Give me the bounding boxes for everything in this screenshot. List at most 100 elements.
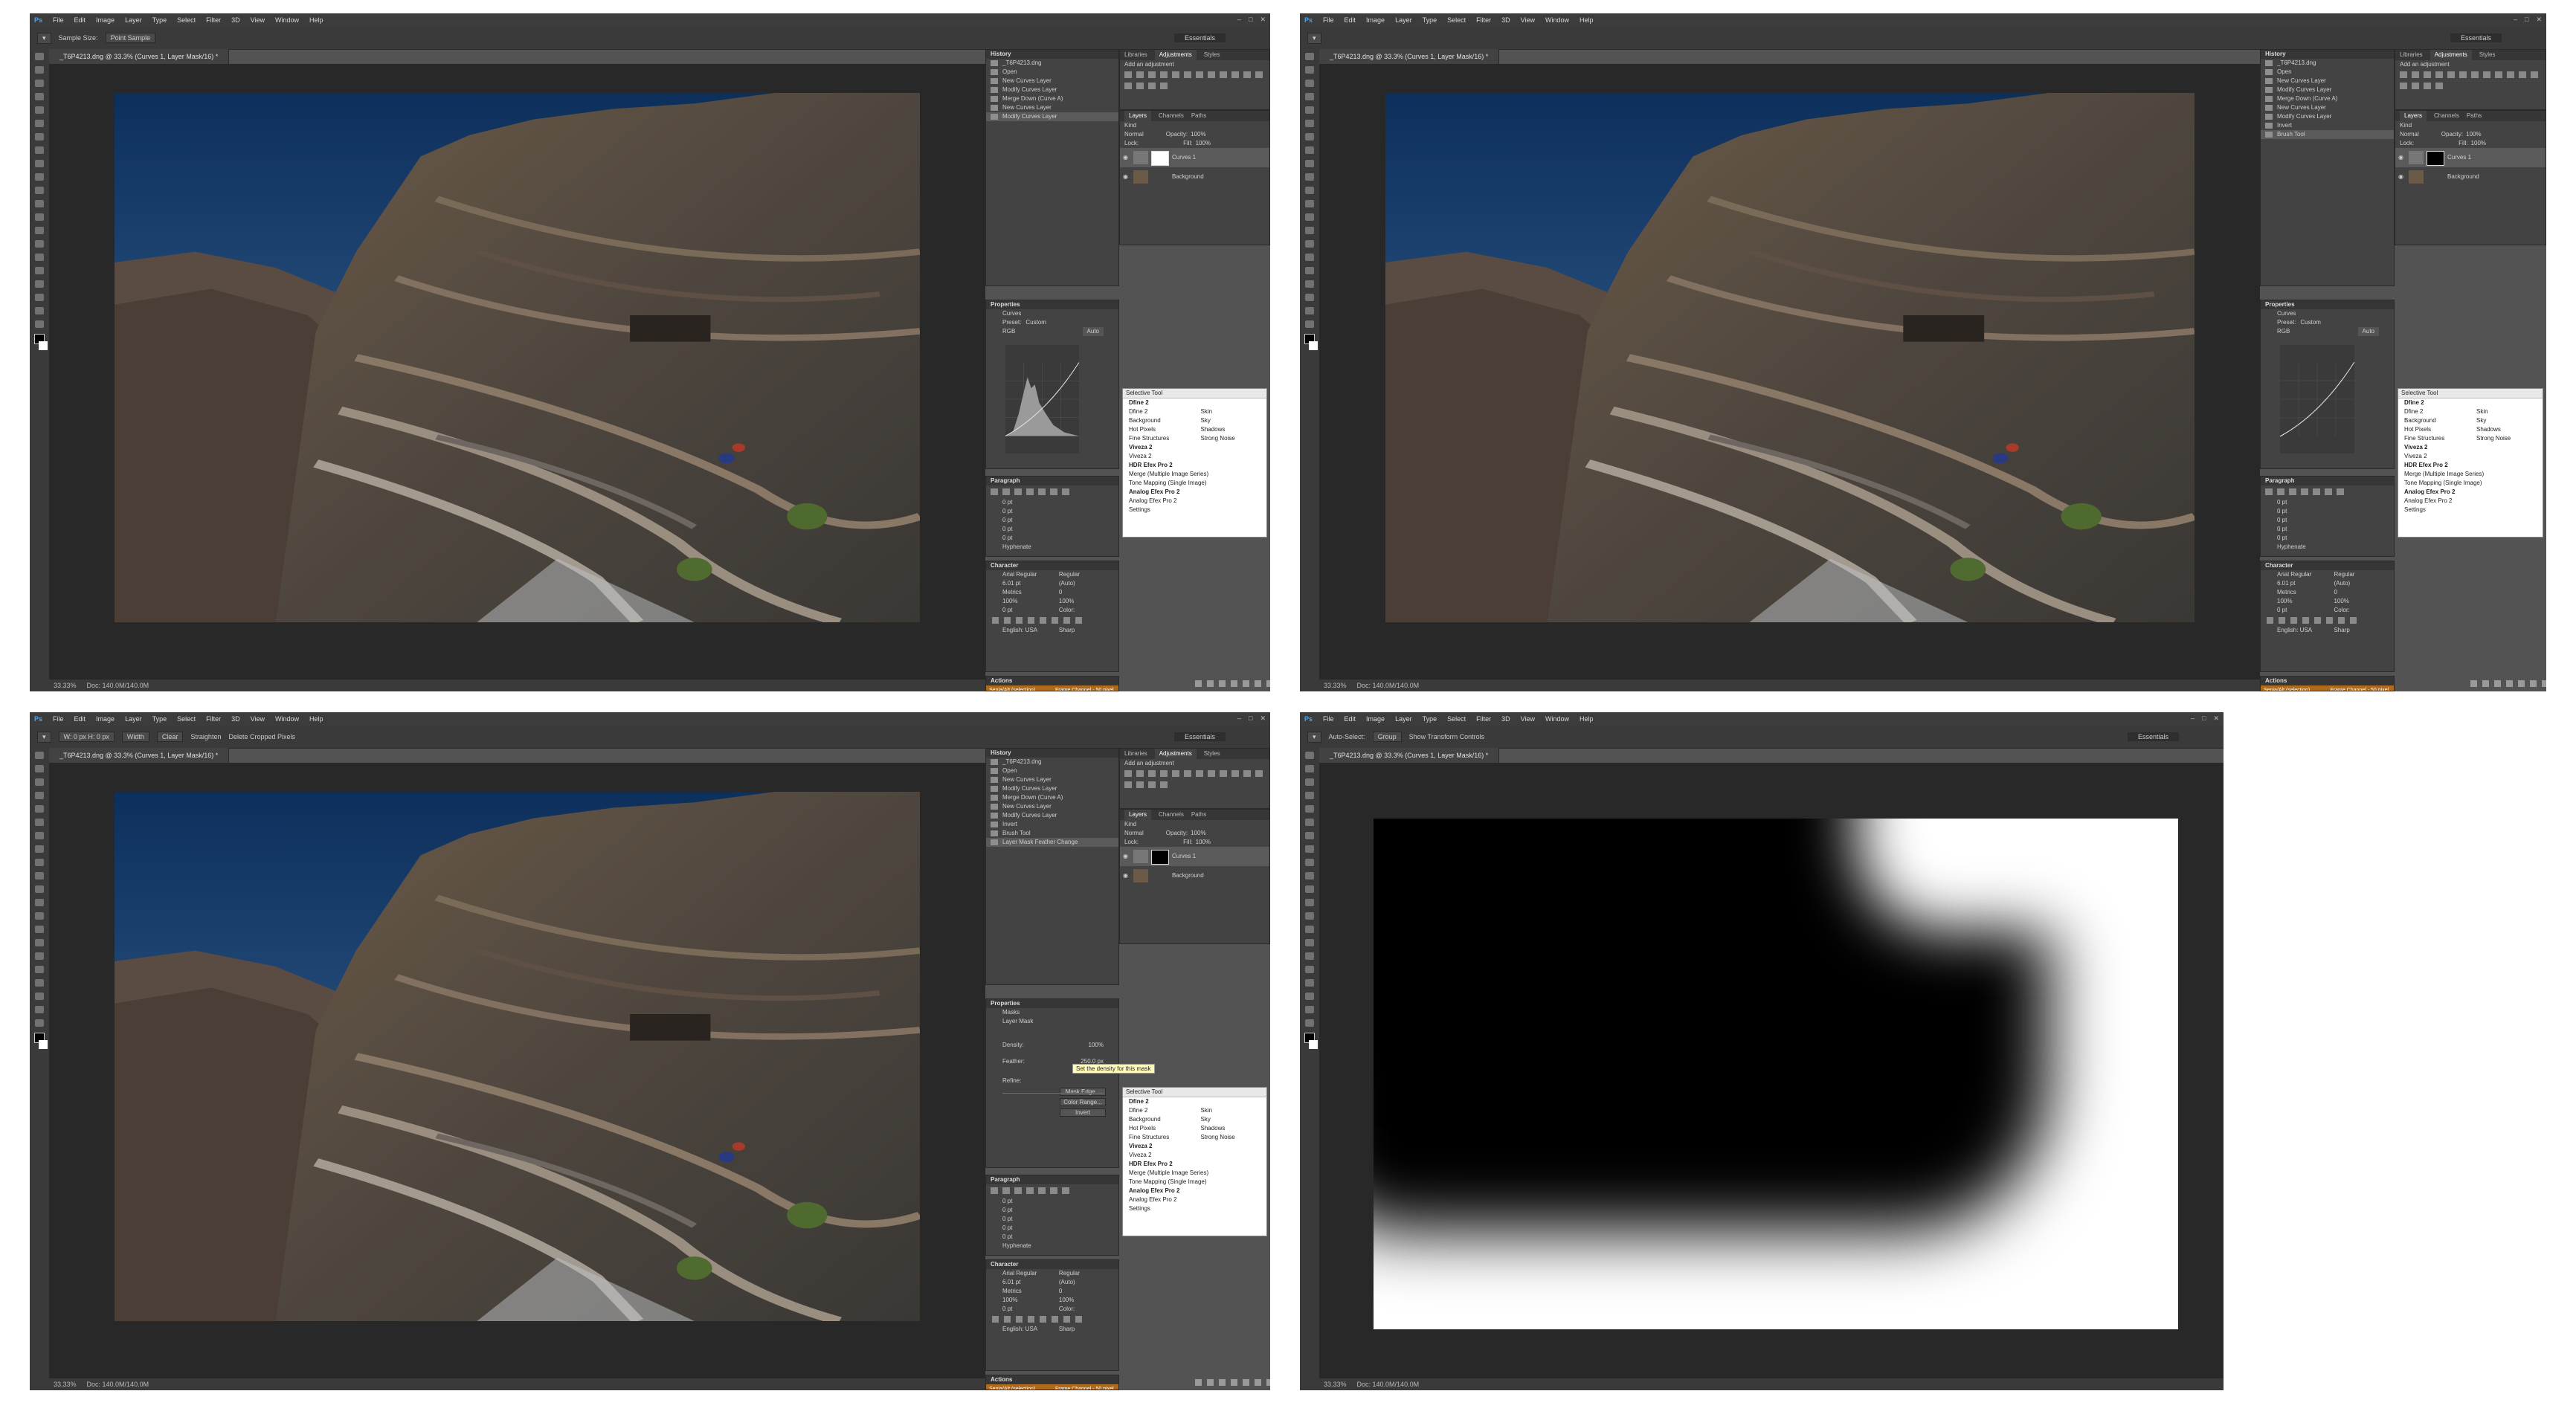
plugin-option[interactable]: Skin: [2470, 407, 2543, 416]
posterize-icon[interactable]: [1124, 83, 1132, 89]
dodge-tool-icon[interactable]: [1305, 227, 1314, 234]
pen-tool-icon[interactable]: [1305, 939, 1314, 946]
curves-icon[interactable]: [2424, 71, 2431, 78]
menu-item[interactable]: View: [1521, 16, 1535, 24]
invert-button[interactable]: Invert: [1060, 1108, 1106, 1117]
justify-all-icon[interactable]: [2337, 488, 2344, 495]
menu-item[interactable]: Window: [1545, 715, 1569, 723]
menu-item[interactable]: Layer: [125, 715, 142, 723]
fx-icon[interactable]: [2482, 680, 2489, 687]
menu-item[interactable]: Image: [1366, 16, 1385, 24]
vertical-scale-field[interactable]: 100%: [1002, 1297, 1017, 1303]
pen-tool-icon[interactable]: [1305, 240, 1314, 248]
dodge-tool-icon[interactable]: [35, 227, 44, 234]
zoom-tool-icon[interactable]: [35, 307, 44, 314]
type-tool-icon[interactable]: [1305, 952, 1314, 960]
menu-item[interactable]: View: [251, 715, 265, 723]
history-state[interactable]: Modify Curves Layer: [986, 112, 1118, 121]
history-state[interactable]: New Curves Layer: [986, 775, 1118, 784]
faux-italic-icon[interactable]: [2279, 617, 2285, 624]
faux-bold-icon[interactable]: [992, 617, 999, 624]
kerning-field[interactable]: Metrics: [1002, 589, 1022, 596]
plugin-option[interactable]: Analog Efex Pro 2: [1123, 1195, 1266, 1204]
menu-item[interactable]: Filter: [206, 16, 221, 24]
more-tools-icon[interactable]: [35, 1019, 44, 1027]
auto-select-checkbox[interactable]: Auto-Select:: [1329, 733, 1365, 740]
tab-adjustments[interactable]: Adjustments: [1154, 50, 1197, 60]
workspace-switcher[interactable]: Essentials: [2127, 732, 2179, 741]
history-state[interactable]: _T6P4213.dng: [986, 59, 1118, 68]
visibility-eye-icon[interactable]: ◉: [2398, 148, 2403, 167]
menu-item[interactable]: Image: [96, 715, 115, 723]
tab-styles[interactable]: Styles: [1204, 50, 1220, 60]
menu-item[interactable]: Layer: [1395, 715, 1412, 723]
blend-mode-select[interactable]: Normal: [2400, 131, 2419, 138]
exposure-icon[interactable]: [2435, 71, 2443, 78]
color-balance-icon[interactable]: [1196, 71, 1203, 78]
all-caps-icon[interactable]: [1016, 1316, 1023, 1323]
layer-row[interactable]: ◉ Background: [1120, 167, 1269, 187]
underline-icon[interactable]: [2338, 617, 2345, 624]
visibility-eye-icon[interactable]: ◉: [1123, 866, 1128, 885]
workspace-switcher[interactable]: Essentials: [2450, 33, 2502, 42]
history-brush-icon[interactable]: [1305, 872, 1314, 880]
history-state[interactable]: New Curves Layer: [2261, 77, 2394, 85]
trash-icon[interactable]: [1266, 1379, 1270, 1386]
align-left-icon[interactable]: [2265, 488, 2273, 495]
maximize-icon[interactable]: □: [1249, 714, 1252, 723]
tab-libraries[interactable]: Libraries: [1124, 749, 1147, 759]
brush-tool-icon[interactable]: [35, 845, 44, 853]
horizontal-scale-field[interactable]: 100%: [1059, 597, 1074, 606]
density-row[interactable]: Density: 100%: [986, 1041, 1118, 1050]
lasso-tool-icon[interactable]: [35, 778, 44, 786]
antialias-select[interactable]: Sharp: [1059, 1325, 1075, 1334]
all-caps-icon[interactable]: [2290, 617, 2297, 624]
menu-item[interactable]: Help: [309, 16, 323, 24]
eraser-icon[interactable]: [35, 885, 44, 893]
menu-item[interactable]: View: [1521, 715, 1535, 723]
mask-edge-button[interactable]: Mask Edge...: [1060, 1088, 1106, 1096]
text-color-label[interactable]: Color:: [1059, 606, 1075, 615]
plugin-option[interactable]: Tone Mapping (Single Image): [2398, 479, 2543, 488]
lookup-icon[interactable]: [2519, 71, 2526, 78]
zoom-readout[interactable]: 33.33%: [1324, 1381, 1347, 1388]
pen-tool-icon[interactable]: [35, 240, 44, 248]
auto-select-target[interactable]: Group: [1372, 732, 1402, 742]
hyphenate-checkbox[interactable]: Hyphenate: [986, 543, 1118, 552]
action-button[interactable]: Sepia/Alt (selection): [986, 1384, 1052, 1390]
zoom-readout[interactable]: 33.33%: [54, 1381, 77, 1388]
vertical-scale-field[interactable]: 100%: [1002, 598, 1017, 604]
history-state[interactable]: Modify Curves Layer: [2261, 112, 2394, 121]
type-tool-icon[interactable]: [35, 952, 44, 960]
visibility-eye-icon[interactable]: ◉: [1123, 167, 1128, 187]
document-tab[interactable]: _T6P4213.dng @ 33.3% (Curves 1, Layer Ma…: [49, 49, 230, 64]
threshold-icon[interactable]: [1136, 83, 1144, 89]
link-layers-icon[interactable]: [2470, 680, 2477, 687]
all-caps-icon[interactable]: [1016, 617, 1023, 624]
marquee-tool-icon[interactable]: [1305, 765, 1314, 772]
justify-all-icon[interactable]: [1062, 1187, 1069, 1194]
font-size-field[interactable]: 6.01 pt: [1002, 580, 1020, 587]
layer-mask-thumbnail[interactable]: [1151, 151, 1169, 166]
brightness-icon[interactable]: [2400, 71, 2407, 78]
plugin-option[interactable]: Fine Structures: [1123, 434, 1195, 443]
menu-item[interactable]: Filter: [1476, 16, 1491, 24]
layer-kind-select[interactable]: Kind: [1124, 821, 1136, 827]
visibility-eye-icon[interactable]: ◉: [2398, 167, 2403, 187]
minimize-icon[interactable]: –: [2191, 714, 2195, 723]
kerning-field[interactable]: Metrics: [2277, 589, 2296, 596]
language-select[interactable]: English: USA: [2277, 627, 2312, 633]
font-style-select[interactable]: Regular: [1059, 1269, 1080, 1278]
plugin-option[interactable]: Hot Pixels: [1123, 425, 1195, 434]
menu-item[interactable]: Select: [177, 16, 196, 24]
plugin-option[interactable]: Viveza 2: [1123, 1151, 1266, 1160]
plugin-option[interactable]: Background: [2398, 416, 2470, 425]
clone-stamp-icon[interactable]: [1305, 859, 1314, 866]
indent-field[interactable]: 0 pt: [986, 525, 1055, 534]
levels-icon[interactable]: [2412, 71, 2419, 78]
underline-icon[interactable]: [1063, 617, 1070, 624]
shape-tool-icon[interactable]: [1305, 979, 1314, 987]
vibrance-icon[interactable]: [2447, 71, 2455, 78]
plugin-option[interactable]: Strong Noise: [1195, 1133, 1267, 1142]
underline-icon[interactable]: [1063, 1316, 1070, 1323]
